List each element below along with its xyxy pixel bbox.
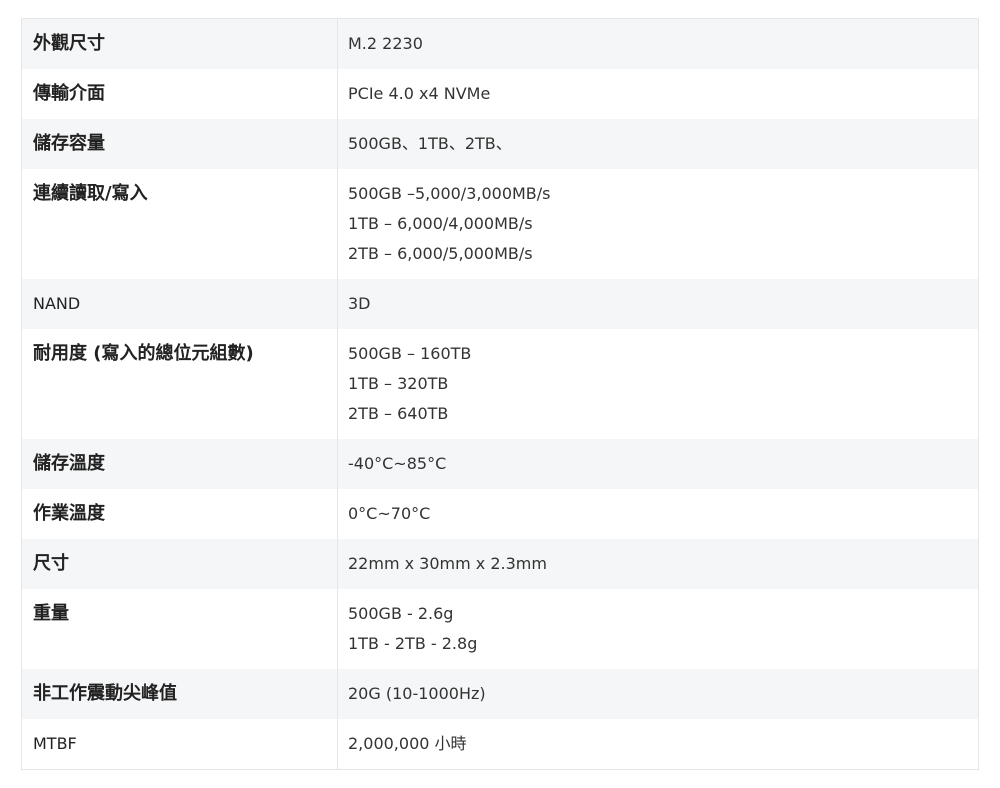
table-row: 重量 500GB - 2.6g 1TB - 2TB - 2.8g	[22, 589, 978, 669]
table-row: MTBF 2,000,000 小時	[22, 719, 978, 769]
row-label: MTBF	[22, 719, 338, 769]
table-row: 外觀尺寸 M.2 2230	[22, 19, 978, 69]
table-row: 儲存容量 500GB、1TB、2TB、	[22, 119, 978, 169]
row-value: 22mm x 30mm x 2.3mm	[338, 539, 978, 589]
row-value: 2,000,000 小時	[338, 719, 978, 769]
row-label: 尺寸	[22, 539, 338, 589]
spec-table: 外觀尺寸 M.2 2230 傳輸介面 PCIe 4.0 x4 NVMe 儲存容量…	[21, 18, 979, 770]
row-label: NAND	[22, 279, 338, 329]
row-label: 外觀尺寸	[22, 19, 338, 69]
row-label: 連續讀取/寫入	[22, 169, 338, 279]
table-row: 非工作震動尖峰值 20G (10-1000Hz)	[22, 669, 978, 719]
row-value: M.2 2230	[338, 19, 978, 69]
row-label: 儲存溫度	[22, 439, 338, 489]
value-line: 500GB –5,000/3,000MB/s	[348, 184, 551, 203]
row-value: 0°C~70°C	[338, 489, 978, 539]
value-line: PCIe 4.0 x4 NVMe	[348, 84, 491, 103]
value-line: 2,000,000 小時	[348, 734, 467, 753]
row-label: 重量	[22, 589, 338, 669]
row-label: 傳輸介面	[22, 69, 338, 119]
row-value: 500GB – 160TB 1TB – 320TB 2TB – 640TB	[338, 329, 978, 439]
row-value: 500GB - 2.6g 1TB - 2TB - 2.8g	[338, 589, 978, 669]
table-row: 耐用度 (寫入的總位元組數) 500GB – 160TB 1TB – 320TB…	[22, 329, 978, 439]
table-row: 傳輸介面 PCIe 4.0 x4 NVMe	[22, 69, 978, 119]
value-line: 2TB – 6,000/5,000MB/s	[348, 244, 533, 263]
value-line: 0°C~70°C	[348, 504, 431, 523]
table-row: 連續讀取/寫入 500GB –5,000/3,000MB/s 1TB – 6,0…	[22, 169, 978, 279]
value-line: 2TB – 640TB	[348, 404, 449, 423]
value-line: 3D	[348, 294, 371, 313]
table-row: NAND 3D	[22, 279, 978, 329]
row-value: 500GB –5,000/3,000MB/s 1TB – 6,000/4,000…	[338, 169, 978, 279]
table-row: 儲存溫度 -40°C~85°C	[22, 439, 978, 489]
row-label: 作業溫度	[22, 489, 338, 539]
row-label: 儲存容量	[22, 119, 338, 169]
row-label: 非工作震動尖峰值	[22, 669, 338, 719]
value-line: 22mm x 30mm x 2.3mm	[348, 554, 547, 573]
table-row: 作業溫度 0°C~70°C	[22, 489, 978, 539]
table-row: 尺寸 22mm x 30mm x 2.3mm	[22, 539, 978, 589]
row-value: 3D	[338, 279, 978, 329]
row-value: PCIe 4.0 x4 NVMe	[338, 69, 978, 119]
value-line: 500GB - 2.6g	[348, 604, 454, 623]
row-value: 20G (10-1000Hz)	[338, 669, 978, 719]
value-line: 500GB、1TB、2TB、	[348, 134, 512, 153]
value-line: 20G (10-1000Hz)	[348, 684, 486, 703]
value-line: 1TB - 2TB - 2.8g	[348, 634, 478, 653]
row-label: 耐用度 (寫入的總位元組數)	[22, 329, 338, 439]
value-line: 1TB – 320TB	[348, 374, 449, 393]
value-line: 500GB – 160TB	[348, 344, 472, 363]
row-value: -40°C~85°C	[338, 439, 978, 489]
value-line: -40°C~85°C	[348, 454, 447, 473]
value-line: 1TB – 6,000/4,000MB/s	[348, 214, 533, 233]
row-value: 500GB、1TB、2TB、	[338, 119, 978, 169]
value-line: M.2 2230	[348, 34, 423, 53]
